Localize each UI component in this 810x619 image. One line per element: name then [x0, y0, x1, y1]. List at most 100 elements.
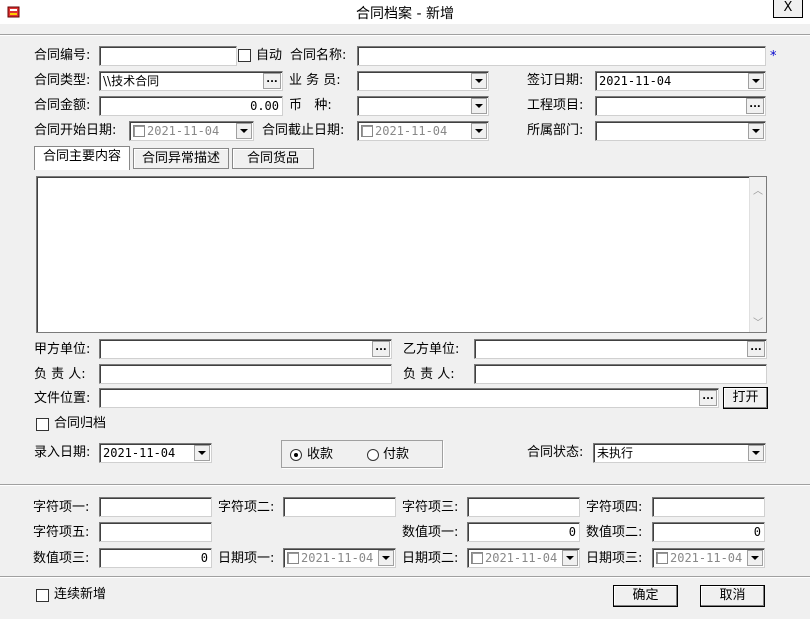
num3-label: 数值项三:: [33, 551, 90, 566]
party-a-input[interactable]: ...: [99, 339, 392, 359]
continuous-label: 连续新增: [54, 587, 107, 602]
contract-name-input[interactable]: [357, 46, 766, 66]
payment-groupbox: 收款 付款: [281, 440, 443, 468]
currency-label: 币 种:: [289, 98, 332, 113]
entry-date-value: 2021-11-04: [103, 446, 176, 460]
date-checkbox[interactable]: [656, 552, 668, 564]
date1-label: 日期项一:: [218, 551, 275, 566]
tab-exception[interactable]: 合同异常描述: [133, 148, 229, 169]
str4-label: 字符项四:: [586, 500, 643, 515]
department-select[interactable]: [595, 121, 766, 141]
pay-radio[interactable]: [367, 449, 379, 461]
num1-input[interactable]: 0: [467, 522, 580, 542]
contract-no-label: 合同编号:: [34, 48, 91, 63]
ok-button[interactable]: 确定: [613, 585, 678, 607]
scroll-down-icon[interactable]: ﹀: [753, 314, 763, 329]
num2-input[interactable]: 0: [652, 522, 765, 542]
dropdown-arrow-icon[interactable]: [747, 550, 763, 566]
num3-input[interactable]: 0: [99, 548, 212, 568]
date-checkbox[interactable]: [361, 125, 373, 137]
vertical-scrollbar[interactable]: ︿ ﹀: [749, 177, 766, 332]
dropdown-arrow-icon[interactable]: [748, 123, 764, 139]
archive-checkbox[interactable]: [36, 418, 49, 431]
dropdown-arrow-icon[interactable]: [471, 73, 487, 89]
date3-picker[interactable]: 2021-11-04: [652, 548, 765, 568]
end-date-value: 2021-11-04: [375, 124, 448, 138]
start-date-picker[interactable]: 2021-11-04: [129, 121, 254, 141]
dropdown-arrow-icon[interactable]: [194, 445, 210, 461]
browse-button[interactable]: ...: [747, 341, 765, 357]
dropdown-arrow-icon[interactable]: [748, 445, 764, 461]
party-a-label: 甲方单位:: [34, 342, 91, 357]
open-file-button[interactable]: 打开: [723, 387, 768, 409]
str5-input[interactable]: [99, 522, 212, 542]
salesman-label: 业 务 员:: [289, 73, 341, 88]
contract-name-label: 合同名称:: [290, 48, 347, 63]
str2-input[interactable]: [283, 497, 396, 517]
dropdown-arrow-icon[interactable]: [562, 550, 578, 566]
contract-type-label: 合同类型:: [34, 73, 91, 88]
date2-picker[interactable]: 2021-11-04: [467, 548, 580, 568]
dropdown-arrow-icon[interactable]: [471, 98, 487, 114]
resp-a-input[interactable]: [99, 364, 392, 384]
auto-label: 自动: [256, 48, 283, 63]
dropdown-arrow-icon[interactable]: [471, 123, 487, 139]
receive-radio[interactable]: [290, 449, 302, 461]
date2-value: 2021-11-04: [485, 551, 558, 565]
party-b-input[interactable]: ...: [474, 339, 767, 359]
browse-button[interactable]: ...: [746, 98, 764, 114]
continuous-checkbox[interactable]: [36, 589, 49, 602]
main-content-textarea[interactable]: ︿ ﹀: [36, 176, 767, 333]
str4-input[interactable]: [652, 497, 765, 517]
dropdown-arrow-icon[interactable]: [236, 123, 252, 139]
party-b-label: 乙方单位:: [403, 342, 460, 357]
date-checkbox[interactable]: [133, 125, 145, 137]
tab-main-content[interactable]: 合同主要内容: [34, 146, 130, 170]
str1-input[interactable]: [99, 497, 212, 517]
tab-goods[interactable]: 合同货品: [232, 148, 314, 169]
resp-a-label: 负 责 人:: [34, 367, 86, 382]
contract-type-input[interactable]: \\技术合同...: [99, 71, 283, 91]
str3-label: 字符项三:: [402, 500, 459, 515]
title-bar: 合同档案 - 新增 X: [0, 0, 810, 24]
sign-date-value: 2021-11-04: [599, 74, 672, 88]
browse-button[interactable]: ...: [372, 341, 390, 357]
browse-button[interactable]: ...: [699, 390, 717, 406]
date2-label: 日期项二:: [402, 551, 459, 566]
amount-label: 合同金额:: [34, 98, 91, 113]
close-button[interactable]: X: [773, 0, 803, 18]
pay-label: 付款: [383, 447, 410, 462]
resp-b-input[interactable]: [474, 364, 767, 384]
date1-picker[interactable]: 2021-11-04: [283, 548, 396, 568]
amount-input[interactable]: 0.00: [99, 96, 283, 116]
department-label: 所属部门:: [527, 123, 584, 138]
contract-type-value: \\技术合同: [103, 74, 160, 88]
str2-label: 字符项二:: [218, 500, 275, 515]
receive-label: 收款: [307, 447, 334, 462]
num2-label: 数值项二:: [586, 525, 643, 540]
file-location-input[interactable]: ...: [99, 388, 719, 408]
archive-label: 合同归档: [54, 416, 107, 431]
entry-date-picker[interactable]: 2021-11-04: [99, 443, 212, 463]
start-date-label: 合同开始日期:: [34, 123, 117, 138]
dropdown-arrow-icon[interactable]: [748, 73, 764, 89]
end-date-picker[interactable]: 2021-11-04: [357, 121, 489, 141]
browse-button[interactable]: ...: [263, 73, 281, 89]
entry-date-label: 录入日期:: [34, 445, 91, 460]
num1-label: 数值项一:: [402, 525, 459, 540]
project-input[interactable]: ...: [595, 96, 766, 116]
sign-date-picker[interactable]: 2021-11-04: [595, 71, 766, 91]
currency-select[interactable]: [357, 96, 489, 116]
date-checkbox[interactable]: [287, 552, 299, 564]
contract-no-input[interactable]: [99, 46, 237, 66]
auto-checkbox[interactable]: [238, 49, 251, 62]
dropdown-arrow-icon[interactable]: [378, 550, 394, 566]
date1-value: 2021-11-04: [301, 551, 374, 565]
str1-label: 字符项一:: [33, 500, 90, 515]
cancel-button[interactable]: 取消: [700, 585, 765, 607]
str3-input[interactable]: [467, 497, 580, 517]
status-select[interactable]: 未执行: [593, 443, 766, 463]
date-checkbox[interactable]: [471, 552, 483, 564]
salesman-select[interactable]: [357, 71, 489, 91]
scroll-up-icon[interactable]: ︿: [753, 182, 763, 197]
